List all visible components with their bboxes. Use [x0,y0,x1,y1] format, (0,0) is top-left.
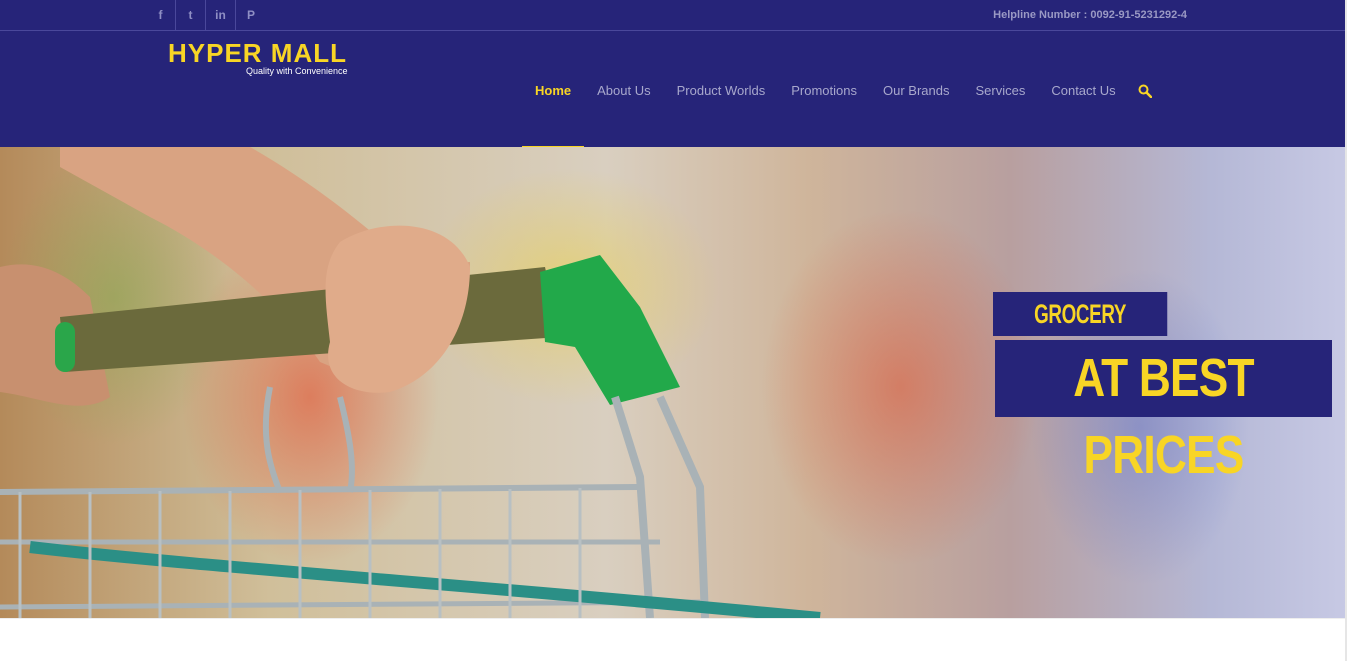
twitter-icon[interactable]: t [176,0,206,30]
nav-item-services[interactable]: Services [962,83,1038,99]
logo-tagline: Quality with Convenience [246,66,348,76]
main-nav: Home About Us Product Worlds Promotions … [522,81,1155,148]
main-header: HYPER MALL Quality with Convenience Home… [0,31,1347,148]
helpline-number: Helpline Number : 0092-91-5231292-4 [993,9,1187,21]
handle-end-right [540,255,680,405]
logo[interactable]: HYPER MALL Quality with Convenience [168,38,358,80]
top-bar: f t in P Helpline Number : 0092-91-52312… [0,0,1347,31]
social-links: f t in P [146,0,266,30]
nav-item-home[interactable]: Home [522,83,585,148]
nav-item-about-us[interactable]: About Us [584,83,663,99]
hand-right-shape [325,225,470,393]
hero-slider[interactable]: GROCERY ITEMS AT BEST PRICES [0,147,1347,618]
logo-text: HYPER MALL [168,38,347,68]
nav-item-promotions[interactable]: Promotions [778,83,870,99]
nav-item-contact-us[interactable]: Contact Us [1038,83,1128,99]
handle-end-left [55,322,75,372]
nav-item-product-worlds[interactable]: Product Worlds [664,83,779,99]
caption-best-prices: AT BEST PRICES [995,340,1332,485]
linkedin-icon[interactable]: in [206,0,236,30]
facebook-icon[interactable]: f [146,0,176,30]
caption-grocery-items: GROCERY ITEMS [993,292,1168,373]
nav-item-our-brands[interactable]: Our Brands [870,83,962,99]
pinterest-icon[interactable]: P [236,0,266,30]
search-icon[interactable] [1135,81,1155,101]
content-area [0,618,1347,662]
